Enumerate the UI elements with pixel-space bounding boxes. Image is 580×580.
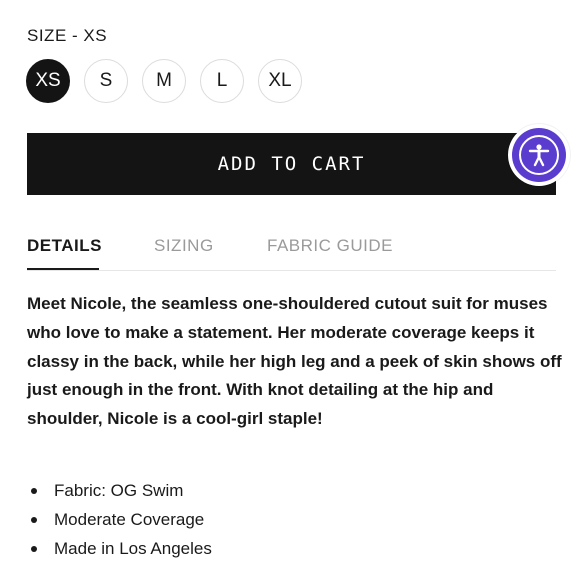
bullet-dot	[31, 488, 37, 494]
active-tab-indicator	[27, 268, 99, 270]
product-detail-panel: SIZE - XS XS S M L XL ADD TO CART DETAIL…	[0, 0, 580, 580]
add-to-cart-button[interactable]: ADD TO CART	[27, 133, 556, 195]
list-item: Fabric: OG Swim	[27, 476, 212, 505]
feature-text: Made in Los Angeles	[54, 539, 212, 558]
size-option-xs[interactable]: XS	[26, 59, 70, 103]
size-option-s[interactable]: S	[84, 59, 128, 103]
accessibility-ring	[519, 135, 559, 175]
product-features-list: Fabric: OG Swim Moderate Coverage Made i…	[27, 476, 212, 563]
product-description: Meet Nicole, the seamless one-shouldered…	[27, 294, 562, 429]
size-option-xl[interactable]: XL	[258, 59, 302, 103]
list-item: Moderate Coverage	[27, 505, 212, 534]
accessibility-person-icon	[528, 144, 550, 167]
product-info-tabs: DETAILS SIZING FABRIC GUIDE	[27, 230, 556, 271]
bullet-dot	[31, 546, 37, 552]
list-item: Made in Los Angeles	[27, 534, 212, 563]
size-option-l[interactable]: L	[200, 59, 244, 103]
size-selector: XS S M L XL	[26, 59, 302, 103]
feature-text: Fabric: OG Swim	[54, 481, 184, 500]
tab-sizing[interactable]: SIZING	[154, 236, 214, 256]
bullet-dot	[31, 517, 37, 523]
accessibility-button[interactable]	[508, 124, 570, 186]
size-label: SIZE - XS	[27, 26, 108, 45]
accessibility-badge	[512, 128, 566, 182]
size-option-m[interactable]: M	[142, 59, 186, 103]
tab-details[interactable]: DETAILS	[27, 236, 102, 256]
feature-text: Moderate Coverage	[54, 510, 205, 529]
tab-fabric-guide[interactable]: FABRIC GUIDE	[267, 236, 393, 256]
